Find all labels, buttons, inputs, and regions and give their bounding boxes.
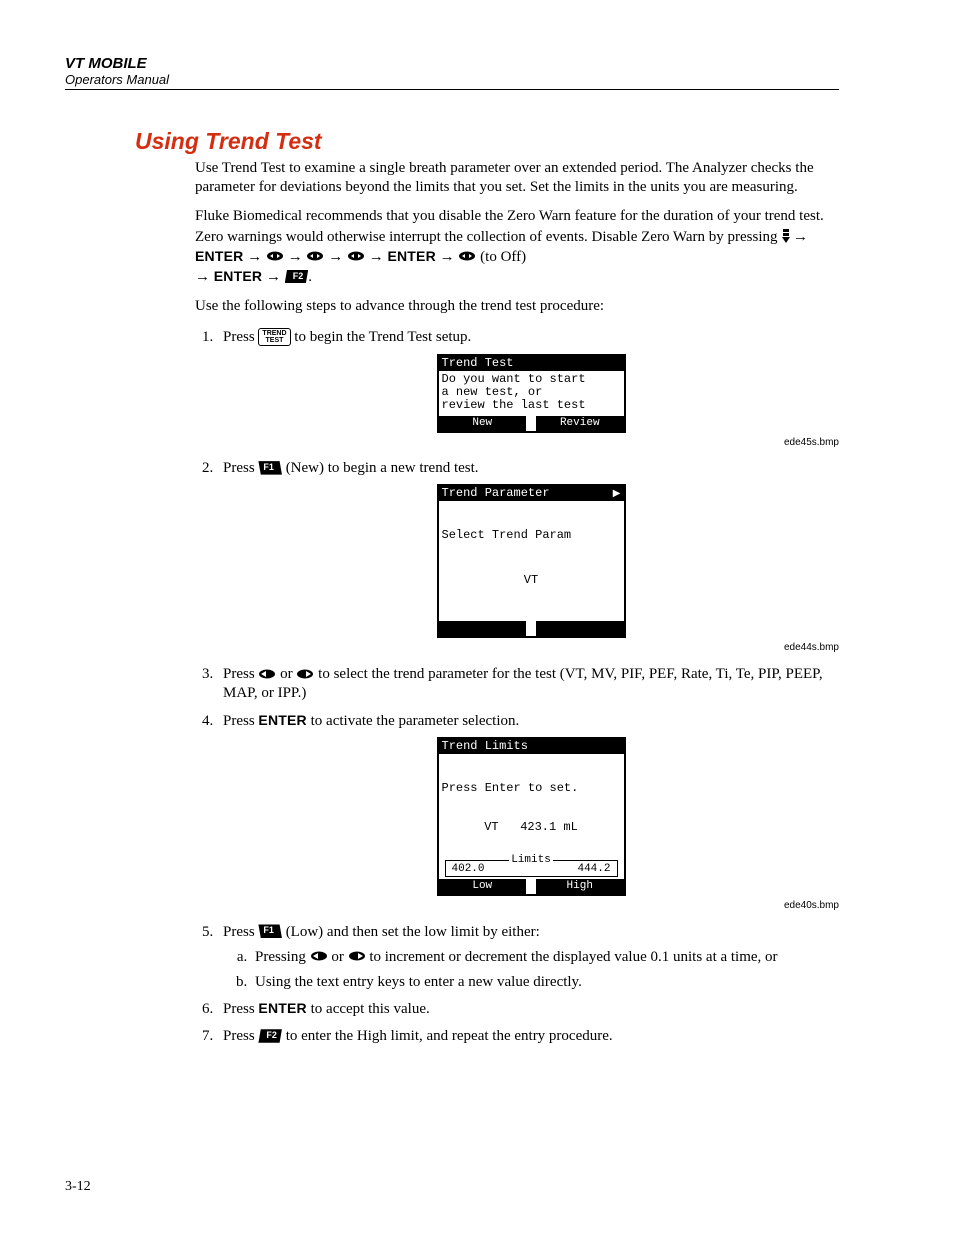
section-heading: Using Trend Test <box>135 128 839 155</box>
lcd-softkey-new: New <box>439 416 527 431</box>
text: . <box>308 269 312 285</box>
text: Press <box>223 924 258 940</box>
nav-key-icon <box>347 251 365 261</box>
setup-icon <box>781 229 789 243</box>
step-3: Press or to select the trend parameter f… <box>217 665 839 703</box>
text: Press Enter to set. <box>442 782 621 795</box>
f1-key-icon: F1 <box>258 924 282 938</box>
text: to enter the High limit, and repeat the … <box>282 1028 613 1044</box>
steps-list: Press TREND TEST to begin the Trend Test… <box>195 328 839 1046</box>
enter-key: ENTER <box>195 248 243 264</box>
lcd-title: Trend Test <box>442 357 514 370</box>
step-6: Press ENTER to accept this value. <box>217 1000 839 1019</box>
lcd-screen-3: Trend Limits Press Enter to set. VT 423.… <box>437 737 626 896</box>
intro-paragraph-1: Use Trend Test to examine a single breat… <box>195 159 839 197</box>
text: to activate the parameter selection. <box>307 713 519 729</box>
lcd-softkey-review: Review <box>536 416 624 431</box>
text: to increment or decrement the displayed … <box>366 949 778 965</box>
text: (Low) and then set the low limit by eith… <box>282 924 540 940</box>
lcd-title: Trend Limits <box>442 740 528 753</box>
intro-paragraph-3: Use the following steps to advance throu… <box>195 297 839 316</box>
enter-key: ENTER <box>258 1000 306 1016</box>
product-name: VT MOBILE <box>65 55 839 72</box>
text: VT 423.1 mL <box>442 821 621 834</box>
text: Press <box>223 713 258 729</box>
lcd-body: Select Trend Param VT <box>439 501 624 621</box>
body-column: Use Trend Test to examine a single breat… <box>195 159 839 1047</box>
text: Press <box>223 460 258 476</box>
arrow-icon: → <box>440 248 455 265</box>
arrow-icon: → <box>195 268 210 285</box>
nav-key-icon <box>266 251 284 261</box>
right-nav-icon <box>296 669 314 679</box>
text: Press <box>223 666 258 682</box>
text: or <box>276 666 296 682</box>
step-2: Press F1 (New) to begin a new trend test… <box>217 459 839 655</box>
enter-key: ENTER <box>387 248 435 264</box>
text: (to Off) <box>480 249 526 265</box>
lcd-value: VT <box>442 568 621 591</box>
f1-key-icon: F1 <box>258 461 282 475</box>
lcd-softkey-blank <box>439 621 527 636</box>
lcd-title: Trend Parameter <box>442 487 550 500</box>
arrow-icon: → <box>793 228 808 245</box>
left-nav-icon <box>258 669 276 679</box>
figure-caption: ede45s.bmp <box>223 437 839 450</box>
right-arrow-icon: ▶ <box>613 487 621 500</box>
nav-key-icon <box>306 251 324 261</box>
page-header: VT MOBILE Operators Manual <box>65 55 839 90</box>
nav-key-icon <box>458 251 476 261</box>
step-5: Press F1 (Low) and then set the low limi… <box>217 923 839 993</box>
text: or <box>328 949 348 965</box>
text: Press <box>223 1028 258 1044</box>
step-5a: Pressing or to increment or decrement th… <box>251 948 839 967</box>
lcd-screen-1: Trend Test Do you want to start a new te… <box>437 354 626 433</box>
text: Pressing <box>255 949 310 965</box>
arrow-icon: → <box>328 248 343 265</box>
enter-key: ENTER <box>258 712 306 728</box>
left-nav-icon <box>310 951 328 961</box>
trend-test-key-icon: TREND TEST <box>258 328 290 346</box>
step-4: Press ENTER to activate the parameter se… <box>217 712 839 913</box>
figure-caption: ede40s.bmp <box>223 900 839 913</box>
lcd-body: Do you want to start a new test, or revi… <box>439 371 624 416</box>
lcd-softkey-low: Low <box>439 879 527 894</box>
f2-key-icon: F2 <box>285 270 309 284</box>
text: (New) to begin a new trend test. <box>282 460 479 476</box>
lcd-body: Press Enter to set. VT 423.1 mL <box>439 754 624 860</box>
enter-key: ENTER <box>214 268 262 284</box>
step-1: Press TREND TEST to begin the Trend Test… <box>217 328 839 449</box>
text: Limits <box>509 854 553 866</box>
lcd-softkey-high: High <box>536 879 624 894</box>
text: to begin the Trend Test setup. <box>291 329 472 345</box>
f2-key-icon: F2 <box>258 1029 282 1043</box>
arrow-icon: → <box>266 268 281 285</box>
arrow-icon: → <box>288 248 303 265</box>
text: Fluke Biomedical recommends that you dis… <box>195 208 824 244</box>
manual-subtitle: Operators Manual <box>65 72 839 87</box>
arrow-icon: → <box>369 248 384 265</box>
text: Select Trend Param <box>442 529 621 542</box>
step-5-substeps: Pressing or to increment or decrement th… <box>223 948 839 992</box>
text: to accept this value. <box>307 1001 430 1017</box>
step-5b: Using the text entry keys to enter a new… <box>251 973 839 992</box>
lcd-screen-2: Trend Parameter ▶ Select Trend Param VT <box>437 484 626 638</box>
right-nav-icon <box>348 951 366 961</box>
text: Press <box>223 1001 258 1017</box>
page-number: 3-12 <box>65 1179 91 1195</box>
lcd-limits-box: Limits 402.0 444.2 <box>445 860 618 877</box>
arrow-icon: → <box>247 248 262 265</box>
text: Press <box>223 329 258 345</box>
lcd-softkey-blank <box>536 621 624 636</box>
intro-paragraph-2: Fluke Biomedical recommends that you dis… <box>195 207 839 287</box>
step-7: Press F2 to enter the High limit, and re… <box>217 1027 839 1046</box>
figure-caption: ede44s.bmp <box>223 642 839 655</box>
